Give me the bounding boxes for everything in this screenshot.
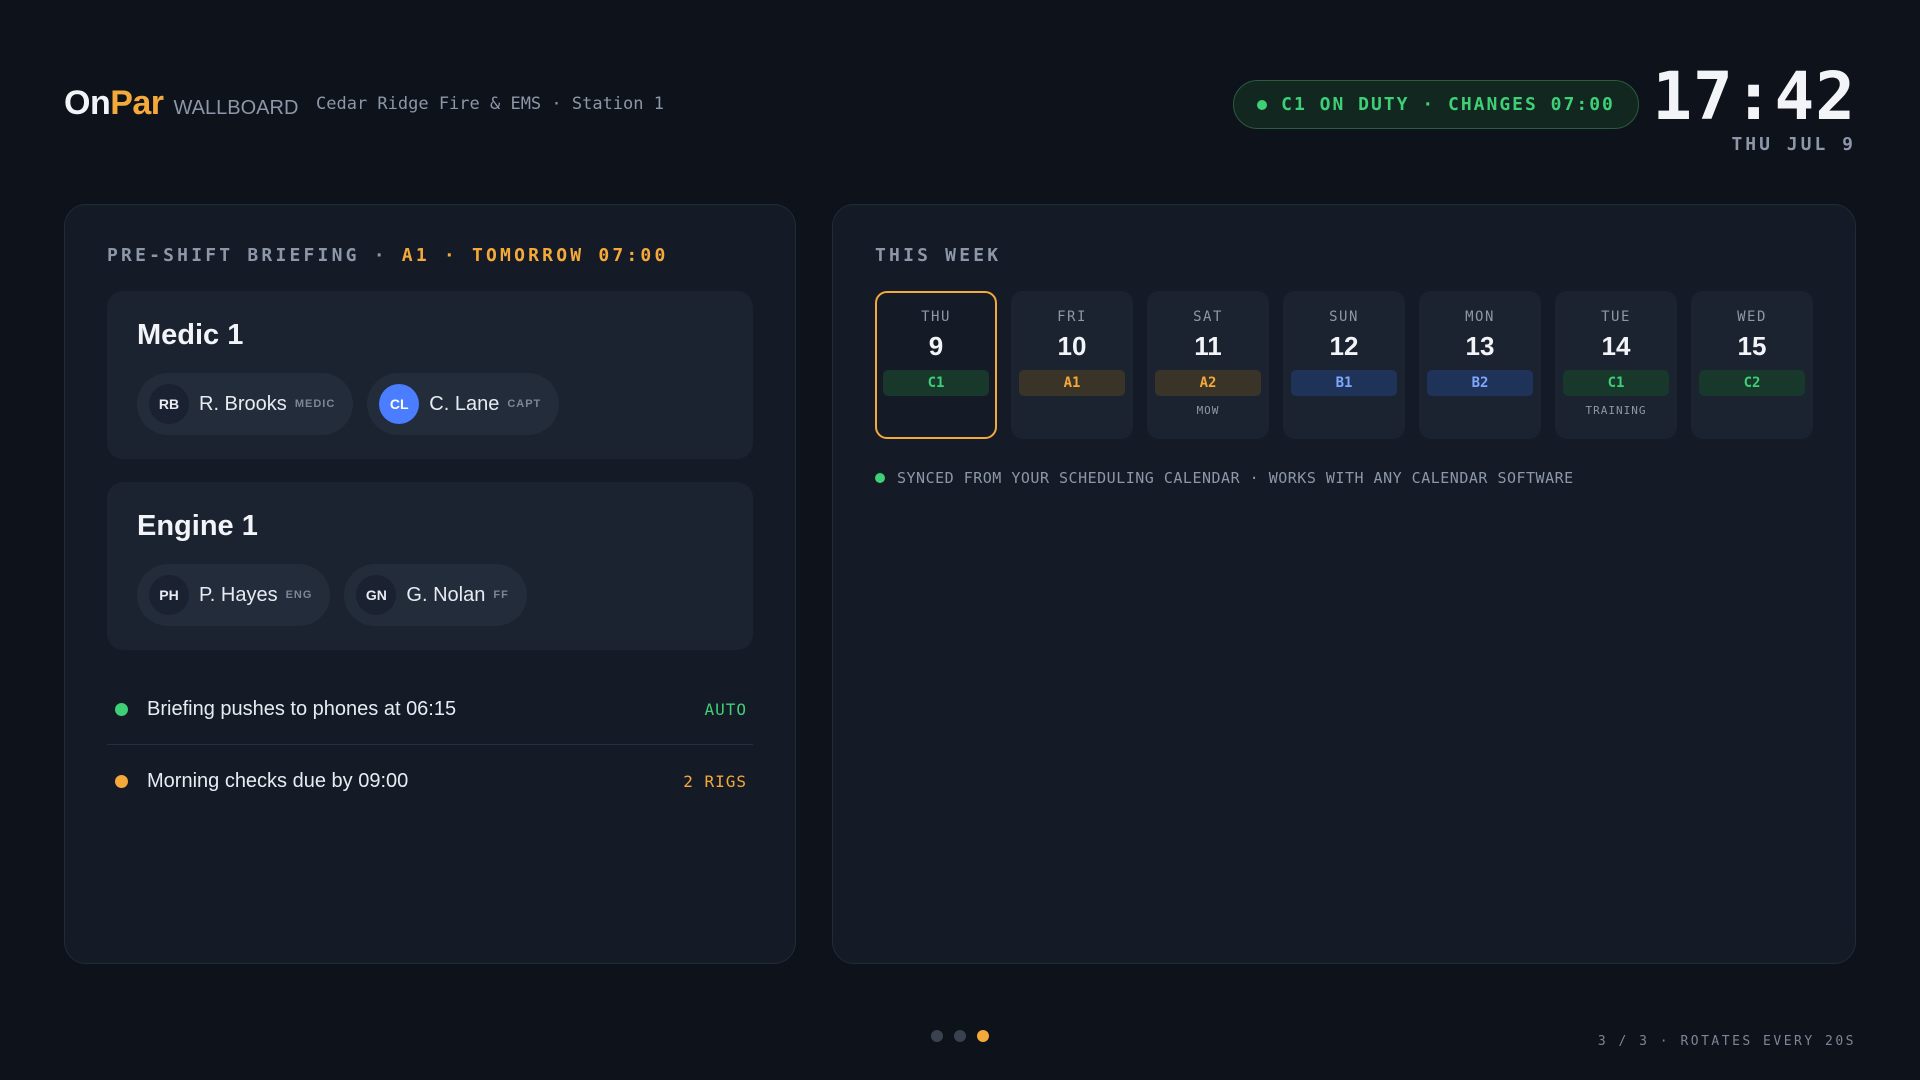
crew-chip[interactable]: PH P. Hayes ENG: [137, 564, 331, 626]
shift-badge: C1: [883, 370, 989, 396]
brand-suffix: WALLBOARD: [173, 97, 299, 119]
day-note: MOW: [1196, 404, 1220, 417]
crew-name: R. Brooks: [199, 392, 287, 415]
crew-chip[interactable]: GN G. Nolan FF: [344, 564, 527, 626]
duty-status-text: C1 ON DUTY · CHANGES 07:00: [1281, 94, 1615, 115]
page-indicator: [931, 1030, 989, 1042]
shift-badge: C2: [1699, 370, 1805, 396]
unit-name: Medic 1: [137, 319, 244, 351]
sync-dot-icon: [875, 473, 885, 483]
day-card-tue[interactable]: TUE 14 C1 TRAINING: [1555, 291, 1677, 439]
note-tag: AUTO: [704, 699, 747, 719]
crew-chip[interactable]: CL C. Lane CAPT: [367, 373, 560, 435]
day-card-fri[interactable]: FRI 10 A1: [1011, 291, 1133, 439]
day-number: 11: [1194, 331, 1222, 361]
shift-badge: C1: [1563, 370, 1669, 396]
brand-logo: On Par WALLBOARD: [64, 84, 298, 123]
divider: [107, 744, 753, 745]
day-name: TUE: [1601, 309, 1631, 325]
note-dot-icon: [115, 702, 128, 716]
avatar: CL: [379, 384, 420, 424]
briefing-title: PRE-SHIFT BRIEFING · A1 · TOMORROW 07:00: [107, 245, 669, 266]
page-dot-icon[interactable]: [954, 1030, 966, 1042]
day-number: 9: [928, 331, 944, 361]
date: THU JUL 9: [1731, 134, 1856, 155]
shift-badge: B1: [1291, 370, 1397, 396]
day-name: WED: [1737, 309, 1767, 325]
week-title: THIS WEEK: [875, 245, 1002, 266]
note-text: Briefing pushes to phones at 06:15: [147, 697, 457, 720]
brand-on: On: [64, 84, 111, 122]
unit-name: Engine 1: [137, 510, 258, 542]
day-name: MON: [1465, 309, 1495, 325]
day-number: 12: [1329, 331, 1359, 361]
crew-name: P. Hayes: [199, 583, 278, 606]
day-card-mon[interactable]: MON 13 B2: [1419, 291, 1541, 439]
day-number: 13: [1465, 331, 1495, 361]
week-panel: THIS WEEK THU 9 C1 FRI 10 A1 SAT 11 A2 MOW SUN 12 B1…: [832, 204, 1856, 964]
briefing-title-prefix: PRE-SHIFT BRIEFING ·: [107, 245, 388, 266]
avatar: GN: [356, 575, 397, 615]
briefing-note: Briefing pushes to phones at 06:15 AUTO: [113, 674, 753, 744]
note-text: Morning checks due by 09:00: [147, 769, 409, 792]
page-dot-icon[interactable]: [931, 1030, 943, 1042]
crew-role: FF: [493, 589, 509, 601]
unit-card-medic-1: Medic 1 RB R. Brooks MEDIC CL C. Lane CA…: [107, 291, 753, 459]
day-number: 15: [1737, 331, 1767, 361]
crew-role: CAPT: [507, 398, 542, 410]
shift-badge: A1: [1019, 370, 1125, 396]
brand-par: Par: [110, 84, 164, 122]
day-name: THU: [921, 309, 951, 325]
duty-status-badge: C1 ON DUTY · CHANGES 07:00: [1233, 80, 1639, 129]
week-strip: THU 9 C1 FRI 10 A1 SAT 11 A2 MOW SUN 12 B1 MON 13 B2 TUE…: [875, 291, 1813, 439]
status-dot-icon: [1257, 99, 1268, 110]
crew-role: ENG: [285, 589, 313, 601]
briefing-panel: PRE-SHIFT BRIEFING · A1 · TOMORROW 07:00…: [64, 204, 796, 964]
day-name: SUN: [1329, 309, 1359, 325]
note-tag: 2 RIGS: [683, 771, 747, 791]
day-card-thu[interactable]: THU 9 C1: [875, 291, 997, 439]
note-dot-icon: [115, 774, 128, 788]
day-number: 14: [1601, 331, 1631, 361]
crew-name: C. Lane: [429, 392, 500, 415]
avatar: PH: [149, 575, 189, 615]
sync-status: SYNCED FROM YOUR SCHEDULING CALENDAR · W…: [875, 469, 1574, 487]
briefing-title-highlight: A1 · TOMORROW 07:00: [401, 245, 669, 266]
shift-badge: A2: [1155, 370, 1261, 396]
rotation-status: 3 / 3 · ROTATES EVERY 20S: [1597, 1034, 1856, 1049]
crew-role: MEDIC: [294, 398, 336, 410]
day-number: 10: [1057, 331, 1087, 361]
unit-card-engine-1: Engine 1 PH P. Hayes ENG GN G. Nolan FF: [107, 482, 753, 650]
day-name: SAT: [1193, 309, 1223, 325]
crew-name: G. Nolan: [406, 583, 486, 606]
briefing-note: Morning checks due by 09:00 2 RIGS: [113, 746, 753, 816]
avatar: RB: [149, 384, 189, 424]
page-dot-icon[interactable]: [977, 1030, 989, 1042]
shift-badge: B2: [1427, 370, 1533, 396]
day-name: FRI: [1057, 309, 1087, 325]
crew-chip[interactable]: RB R. Brooks MEDIC: [137, 373, 354, 435]
clock: 17:42: [1652, 58, 1856, 135]
day-card-sat[interactable]: SAT 11 A2 MOW: [1147, 291, 1269, 439]
station-name: Cedar Ridge Fire & EMS · Station 1: [316, 94, 664, 114]
sync-text: SYNCED FROM YOUR SCHEDULING CALENDAR · W…: [897, 469, 1574, 487]
day-card-wed[interactable]: WED 15 C2: [1691, 291, 1813, 439]
day-card-sun[interactable]: SUN 12 B1: [1283, 291, 1405, 439]
day-note: TRAINING: [1585, 404, 1647, 417]
